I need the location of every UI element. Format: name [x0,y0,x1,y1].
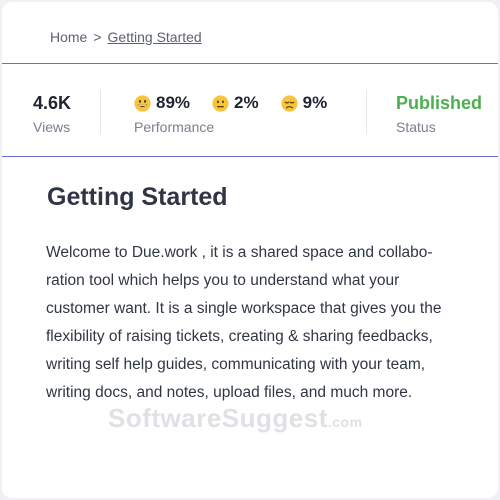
performance-label: Performance [134,119,215,135]
rating-neutral-value: 2% [234,93,259,112]
neutral-face-icon [212,94,229,112]
status-badge: Published [396,93,483,113]
status-label: Status [396,119,436,135]
stats-bar: 4.6K Views 89% 2% 9% Performance Publish… [2,63,498,157]
stats-divider [366,90,367,134]
views-value: 4.6K [33,93,72,113]
stats-divider [100,90,101,134]
rating-happy: 89% [134,93,190,113]
rating-happy-value: 89% [156,93,191,112]
grinning-face-icon [134,94,151,112]
watermark: SoftwareSuggest.com [108,403,363,434]
pensive-face-icon [281,94,298,112]
breadcrumb-home-link[interactable]: Home [50,29,87,45]
page-title: Getting Started [47,183,228,211]
article-body: Welcome to Due.work , it is a shared spa… [46,244,442,401]
rating-sad: 9% [281,93,328,113]
breadcrumb-separator: > [93,29,102,45]
performance-ratings: 89% 2% 9% [134,93,349,113]
article-card: Home > Getting Started 4.6K Views 89% 2%… [2,2,498,498]
rating-sad-value: 9% [302,93,328,112]
breadcrumb-current-link[interactable]: Getting Started [108,29,202,45]
watermark-suffix: .com [327,414,363,430]
views-label: Views [33,119,71,135]
rating-neutral: 2% [212,93,259,113]
breadcrumb: Home > Getting Started [50,29,202,45]
watermark-text: SoftwareSuggest [108,403,328,433]
